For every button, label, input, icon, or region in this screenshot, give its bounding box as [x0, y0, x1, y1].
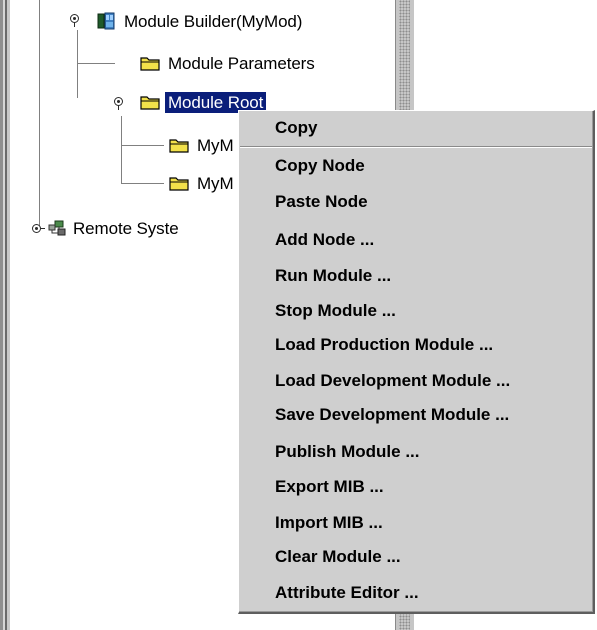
menu-item-copy[interactable]: Copy — [275, 118, 318, 138]
tree-connector — [77, 30, 78, 98]
tree-connector — [77, 63, 115, 64]
menu-item-add-node[interactable]: Add Node ... — [275, 230, 374, 250]
tree-node-child[interactable]: MyM — [169, 172, 237, 194]
tree-connector — [39, 0, 40, 228]
menu-item-export-mib[interactable]: Export MIB ... — [275, 477, 384, 497]
menu-item-stop-module[interactable]: Stop Module ... — [275, 301, 396, 321]
collapse-handle-icon[interactable] — [70, 14, 79, 27]
folder-icon — [140, 57, 160, 71]
node-label: Remote Syste — [73, 218, 179, 238]
tree-node-module-parameters[interactable]: Module Parameters — [140, 52, 318, 74]
menu-item-clear-module[interactable]: Clear Module ... — [275, 547, 401, 567]
collapse-handle-icon[interactable] — [114, 97, 123, 110]
menu-item-publish-module[interactable]: Publish Module ... — [275, 442, 420, 462]
context-menu: Copy Copy Node Paste Node Add Node ... R… — [238, 110, 595, 614]
menu-item-copy-node[interactable]: Copy Node — [275, 156, 365, 176]
menu-item-run-module[interactable]: Run Module ... — [275, 266, 391, 286]
tree-node-child[interactable]: MyM — [169, 134, 237, 156]
menu-item-load-development-module[interactable]: Load Development Module ... — [275, 371, 510, 391]
tree-connector — [121, 183, 164, 184]
screen: Module Builder(MyMod) Module Parameters … — [0, 0, 597, 630]
tree-connector — [121, 145, 164, 146]
tree-node-module-builder[interactable]: Module Builder(MyMod) — [96, 10, 305, 32]
node-label: Module Builder(MyMod) — [124, 11, 303, 31]
expand-handle-icon[interactable] — [32, 224, 45, 233]
folder-icon — [169, 139, 189, 153]
folder-icon — [140, 96, 160, 110]
folder-icon — [169, 177, 189, 191]
menu-item-attribute-editor[interactable]: Attribute Editor ... — [275, 583, 419, 603]
menu-item-paste-node[interactable]: Paste Node — [275, 192, 368, 212]
menu-item-save-development-module[interactable]: Save Development Module ... — [275, 405, 509, 425]
module-builder-icon — [97, 12, 115, 30]
menu-item-import-mib[interactable]: Import MIB ... — [275, 513, 383, 533]
window-border — [7, 0, 10, 630]
menu-separator — [240, 147, 592, 148]
menu-item-load-production-module[interactable]: Load Production Module ... — [275, 335, 493, 355]
node-label: MyM — [197, 135, 234, 155]
tree-connector — [121, 116, 122, 184]
node-label: MyM — [197, 173, 234, 193]
network-icon — [48, 220, 66, 236]
tree-node-remote-systems[interactable]: Remote Syste — [48, 217, 182, 239]
node-label: Module Parameters — [168, 53, 315, 73]
